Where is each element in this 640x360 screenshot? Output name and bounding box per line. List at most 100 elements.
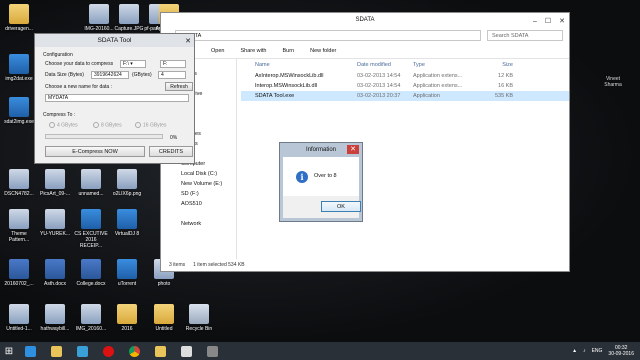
desktop-icon[interactable]: sdat2img.exe — [2, 97, 36, 125]
folder-icon — [9, 4, 29, 24]
desktop-icon[interactable]: PicsArt_09-... — [38, 169, 72, 197]
drive-label: Choose your data to compress — [45, 61, 114, 67]
taskbar-media[interactable] — [70, 343, 94, 359]
toolbar-new-folder[interactable]: New folder — [310, 48, 336, 54]
status-items: 3 items — [169, 262, 186, 268]
desktop-icon[interactable]: Recycle Bin — [182, 304, 216, 332]
desktop-icon[interactable]: Theme Pattern... — [2, 209, 36, 243]
gbytes-label: (GBytes) — [132, 72, 152, 78]
tool-title: SDATA Tool — [97, 37, 132, 44]
desktop-icon[interactable]: uTorrent — [110, 259, 144, 287]
desktop-icon[interactable]: 20160702_... — [2, 259, 36, 287]
desktop-icon-label: Theme Pattern... — [8, 231, 30, 243]
name-field[interactable]: MYDATA — [45, 94, 189, 102]
option-16gb[interactable]: 16 GBytes — [135, 122, 166, 128]
desktop-icon-label: Capture.JPG — [114, 26, 144, 32]
close-icon[interactable]: ✕ — [559, 15, 565, 29]
column-size[interactable]: Size — [473, 62, 513, 68]
ecompress-button[interactable]: E-Compress NOW — [45, 146, 145, 157]
toolbar-share-with[interactable]: Share with — [240, 48, 266, 54]
desktop-icon-label: DSCN4782... — [4, 191, 34, 197]
file-date: 03-02-2013 14:54 — [357, 73, 401, 79]
desktop-icon-label: photo — [157, 281, 171, 287]
toolbar-open[interactable]: Open — [211, 48, 224, 54]
desktop-icon[interactable]: 2016 — [110, 304, 144, 332]
desktop-icon[interactable]: img2dat.exe — [2, 54, 36, 82]
network-icon[interactable]: ▲ — [572, 348, 577, 354]
taskbar-file-explorer[interactable] — [44, 343, 68, 359]
file-row[interactable]: AxInterop.MSWinsockLib.dll 03-02-2013 14:… — [241, 71, 569, 81]
taskbar-tool[interactable] — [200, 343, 224, 359]
credits-button[interactable]: CREDITS — [149, 146, 193, 157]
column-name[interactable]: Name — [241, 62, 357, 68]
desktop-icon-label: Untitled — [155, 326, 173, 332]
folder-icon — [117, 304, 137, 324]
option-4gb[interactable]: 4 GBytes — [49, 122, 78, 128]
taskbar-sdata[interactable] — [174, 343, 198, 359]
explorer-toolbar: Open Share with Burn New folder — [161, 43, 569, 59]
desktop-icon[interactable]: IMG-20160... — [82, 4, 116, 32]
desktop-icon[interactable]: IMG_20160... — [74, 304, 108, 332]
nav-item[interactable]: New Volume (E:) — [161, 179, 236, 189]
close-icon[interactable]: ✕ — [347, 145, 359, 154]
progress-label: 0% — [170, 135, 178, 141]
nav-item[interactable]: SD (F:) — [161, 189, 236, 199]
app-icon — [117, 209, 137, 229]
language[interactable]: ENG — [592, 348, 603, 354]
file-name: Interop.MSWinsockLib.dll — [255, 83, 318, 89]
desktop-icon-label: IMG-20160... — [84, 26, 114, 32]
nav-item[interactable]: Network — [161, 219, 236, 229]
refresh-button[interactable]: Refresh — [165, 82, 193, 91]
taskbar: ⊞ ▲ ♪ ENG 00:32 30-09-2016 — [0, 342, 640, 360]
desktop-icon[interactable]: Asth.docx — [38, 259, 72, 287]
column-headers: Name Date modified Type Size — [241, 59, 569, 71]
nav-item[interactable]: Local Disk (C:) — [161, 169, 236, 179]
desktop-icon-label: PicsArt_09-... — [39, 191, 70, 197]
desktop-icon[interactable]: o2LIX6p.png — [110, 169, 144, 197]
desktop-icon[interactable]: unnamed... — [74, 169, 108, 197]
taskbar-opera[interactable] — [96, 343, 120, 359]
desktop-icon[interactable]: YU-YUREK... — [38, 209, 72, 237]
compress-to-label: Compress To : — [43, 112, 76, 118]
start-button[interactable]: ⊞ — [0, 342, 18, 360]
desktop-icon[interactable]: Capture.JPG — [112, 4, 146, 32]
file-row[interactable]: Interop.MSWinsockLib.dll 03-02-2013 14:54… — [241, 81, 569, 91]
column-type[interactable]: Type — [413, 62, 473, 68]
maximize-icon[interactable]: ☐ — [545, 15, 551, 29]
nav-item[interactable]: AOS510 — [161, 199, 236, 209]
image-icon — [9, 304, 29, 324]
desktop-corner-text: Vineet Sharma — [604, 76, 622, 88]
desktop-icon-label: VirtualDJ 8 — [114, 231, 140, 237]
taskbar-ie[interactable] — [18, 343, 42, 359]
volume-icon[interactable]: ♪ — [583, 348, 586, 354]
address-bar[interactable]: › SDATA — [175, 29, 481, 41]
datasize-field[interactable]: 3919642624 — [91, 71, 129, 79]
file-date: 03-02-2013 14:54 — [357, 83, 401, 89]
taskbar-folder[interactable] — [148, 343, 172, 359]
image-icon — [81, 169, 101, 189]
search-input[interactable]: Search SDATA — [487, 29, 563, 41]
folder-icon — [154, 304, 174, 324]
desktop-icon[interactable]: College.docx — [74, 259, 108, 287]
option-8gb[interactable]: 8 GBytes — [93, 122, 122, 128]
image-icon — [89, 4, 109, 24]
close-icon[interactable]: ✕ — [185, 35, 191, 48]
desktop-icon[interactable]: VirtualDJ 8 — [110, 209, 144, 237]
ok-button[interactable]: OK — [321, 201, 361, 212]
desktop-icon[interactable]: Untitled — [147, 304, 181, 332]
desktop-icon[interactable]: Untitled-1... — [2, 304, 36, 332]
desktop-icon-label: driveragen... — [5, 26, 33, 32]
desktop-icon[interactable]: DSCN4782... — [2, 169, 36, 197]
desktop-icon[interactable]: driveragen... — [2, 4, 36, 32]
column-date[interactable]: Date modified — [357, 62, 413, 68]
info-icon: i — [296, 171, 308, 183]
drive-select[interactable]: F:\ ▾ — [120, 60, 146, 68]
desktop-icon[interactable]: CS EXCUTIVE 2016 RECEIP... — [74, 209, 108, 249]
gbytes-field[interactable]: 4 — [158, 71, 186, 79]
desktop-icon[interactable]: hathwaybill... — [38, 304, 72, 332]
clock[interactable]: 00:32 30-09-2016 — [608, 345, 634, 357]
toolbar-burn[interactable]: Burn — [282, 48, 294, 54]
taskbar-chrome[interactable] — [122, 343, 146, 359]
minimize-icon[interactable]: – — [533, 15, 537, 29]
file-row[interactable]: SDATA Tool.exe 03-02-2013 20:37 Applicatio… — [241, 91, 569, 101]
